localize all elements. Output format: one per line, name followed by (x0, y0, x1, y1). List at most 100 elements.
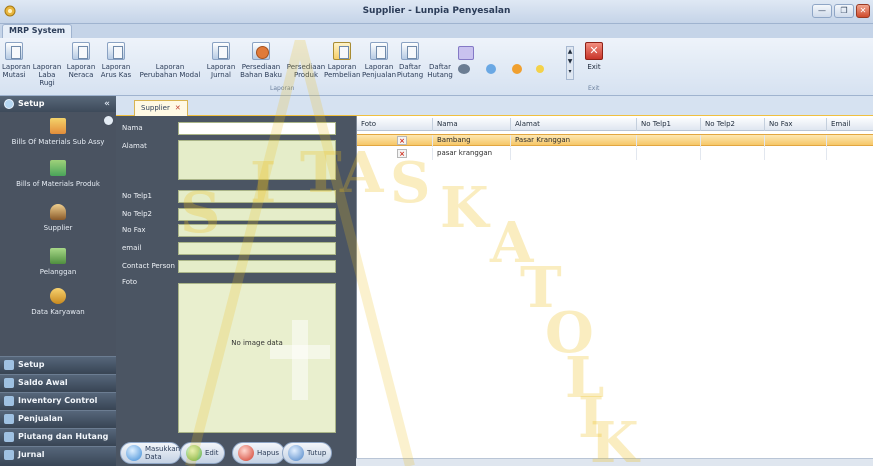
foto-cell: × (357, 148, 433, 160)
delete-icon (238, 445, 254, 461)
column-header-telp1[interactable]: No Telp1 (637, 118, 701, 131)
missing-image-icon: × (397, 149, 407, 158)
tab-supplier[interactable]: Supplier ✕ (134, 100, 188, 116)
column-header-nama[interactable]: Nama (433, 118, 511, 131)
gallery-camera-icon[interactable] (458, 64, 470, 74)
laporan-pembelian-button[interactable]: Laporan Pembelian (324, 42, 360, 79)
email-cell (827, 135, 873, 147)
nama-field[interactable] (178, 122, 336, 135)
gallery-globe-icon[interactable] (486, 64, 496, 74)
ribbon: Laporan Mutasi Laporan Laba Rugi Laporan Ne… (0, 38, 873, 176)
exit-icon: ✕ (585, 42, 603, 60)
daftar-piutang-button[interactable]: Daftar Piutang (396, 42, 424, 79)
edit-button[interactable]: Edit (180, 442, 225, 464)
nav-penjualan[interactable]: Penjualan (0, 410, 116, 427)
fax-cell (765, 135, 827, 147)
grid-header: Foto Nama Alamat No Telp1 No Telp2 No Fa… (357, 118, 873, 131)
telp2-cell (701, 148, 765, 160)
title-bar: Supplier - Lunpia Penyesalan — ❐ ✕ (0, 0, 873, 24)
masukkan-data-button[interactable]: Masukkan Data (120, 442, 181, 464)
fax-field[interactable] (178, 224, 336, 237)
grid-horizontal-scrollbar[interactable] (356, 458, 873, 466)
nav-inventory-control[interactable]: Inventory Control (0, 392, 116, 409)
journal-icon (212, 42, 230, 60)
column-header-alamat[interactable]: Alamat (511, 118, 637, 131)
alamat-label: Alamat (122, 142, 147, 150)
email-field[interactable] (178, 242, 336, 255)
laporan-arus-kas-button[interactable]: Laporan Arus Kas (98, 42, 134, 79)
nav-piutang-dan-hutang[interactable]: Piutang dan Hutang (0, 428, 116, 445)
close-tab-icon[interactable]: ✕ (175, 104, 181, 112)
supplier-grid: Foto Nama Alamat No Telp1 No Telp2 No Fa… (356, 116, 873, 458)
laporan-mutasi-button[interactable]: Laporan Mutasi (2, 42, 31, 79)
telp1-field[interactable] (178, 190, 336, 203)
photo-box[interactable]: No image data (178, 283, 336, 433)
gear-icon (4, 99, 14, 109)
sidebar-item-bom-sub-assy[interactable]: Bills Of Materials Sub Assy (0, 118, 116, 146)
bom-icon (50, 160, 66, 176)
table-row[interactable]: × pasar kranggan (357, 148, 873, 160)
missing-image-icon: × (397, 136, 407, 145)
laporan-neraca-button[interactable]: Laporan Neraca (66, 42, 96, 79)
ribbon-gallery: ▲ ▼ ▾ (456, 46, 574, 80)
collapse-icon[interactable]: « (104, 96, 110, 112)
close-button[interactable]: ✕ (856, 4, 870, 18)
nav-saldo-awal[interactable]: Saldo Awal (0, 374, 116, 391)
nav-jurnal[interactable]: Jurnal (0, 446, 116, 466)
telp1-cell (637, 148, 701, 160)
maximize-button[interactable]: ❐ (834, 4, 854, 18)
tutup-button[interactable]: Tutup (282, 442, 333, 464)
exit-button[interactable]: ✕ Exit (583, 42, 605, 71)
customer-icon (50, 248, 66, 264)
foto-label: Foto (122, 278, 138, 286)
nav-setup[interactable]: Setup (0, 356, 116, 373)
ribbon-group-label: Laporan (270, 85, 295, 92)
table-row[interactable]: × Bambang Pasar Kranggan (357, 134, 873, 147)
gallery-image-icon[interactable] (458, 46, 474, 60)
sidebar-item-pelanggan[interactable]: Pelanggan (0, 248, 116, 276)
laporan-jurnal-button[interactable]: Laporan Jurnal (206, 42, 236, 79)
laporan-perubahan-modal-button[interactable]: Laporan Perubahan Modal (136, 42, 535, 176)
laporan-laba-rugi-button[interactable]: Laporan Laba Rugi (30, 42, 412, 176)
column-header-telp2[interactable]: No Telp2 (701, 118, 765, 131)
sidebar: Setup « Bills Of Materials Sub Assy Bill… (0, 96, 116, 466)
sidebar-item-data-karyawan[interactable]: Data Karyawan (0, 288, 116, 316)
email-label: email (122, 244, 142, 252)
column-header-email[interactable]: Email (827, 118, 873, 131)
report-icon (107, 42, 125, 60)
list-icon (401, 42, 419, 60)
balance-icon (4, 378, 14, 388)
report-icon (72, 42, 90, 60)
contact-person-field[interactable] (178, 260, 336, 273)
sidebar-item-supplier[interactable]: Supplier (0, 204, 116, 232)
gallery-scroll[interactable]: ▲ ▼ ▾ (566, 46, 574, 80)
report-icon (370, 42, 388, 60)
alamat-cell (511, 148, 637, 160)
telp2-label: No Telp2 (122, 210, 152, 218)
gallery-star-icon[interactable] (536, 65, 544, 73)
gallery-sun-icon[interactable] (512, 64, 522, 74)
email-cell (827, 148, 873, 160)
debt-icon (4, 432, 14, 442)
close-form-icon (288, 445, 304, 461)
persediaan-bahan-baku-button[interactable]: Persediaan Bahan Baku (238, 42, 284, 79)
laporan-penjualan-button[interactable]: Laporan Penjualan (362, 42, 396, 79)
column-header-fax[interactable]: No Fax (765, 118, 827, 131)
ribbon-tab-bar: MRP System (0, 24, 873, 38)
nama-cell: Bambang (433, 135, 511, 147)
hapus-button[interactable]: Hapus (232, 442, 286, 464)
sidebar-item-bom-produk[interactable]: Bills of Materials Produk (0, 160, 116, 188)
telp2-field[interactable] (178, 208, 336, 221)
daftar-hutang-button[interactable]: Daftar Hutang (426, 42, 805, 176)
add-icon (126, 445, 142, 461)
minimize-button[interactable]: — (812, 4, 832, 18)
employee-icon (50, 288, 66, 304)
persediaan-produk-button[interactable]: Persediaan Produk (286, 42, 671, 176)
alamat-field[interactable] (178, 140, 336, 180)
sidebar-header[interactable]: Setup « (0, 96, 116, 112)
column-header-foto[interactable]: Foto (357, 118, 433, 131)
foto-cell: × (357, 135, 433, 147)
no-image-text: No image data (231, 339, 283, 347)
telp2-cell (701, 135, 765, 147)
ribbon-tab-mrp-system[interactable]: MRP System (2, 24, 73, 38)
